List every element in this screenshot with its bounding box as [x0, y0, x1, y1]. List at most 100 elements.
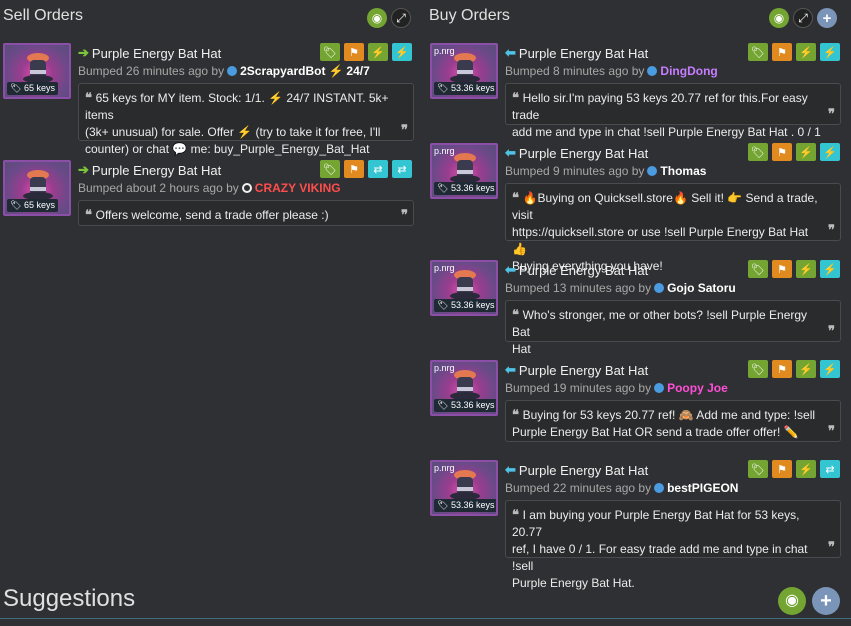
item-image[interactable]: 🏷 65 keys [3, 43, 71, 99]
trade-button[interactable]: ⚡ [796, 260, 816, 278]
listing-title[interactable]: ⬅ Purple Energy Bat Hat [505, 45, 648, 61]
listing-title[interactable]: ⬅ Purple Energy Bat Hat [505, 462, 648, 478]
item-image-label: p.nrg [434, 263, 455, 273]
hat-icon [450, 153, 480, 185]
report-button[interactable]: ⚑ [772, 460, 792, 478]
report-button[interactable]: ⚑ [772, 260, 792, 278]
listing-title[interactable]: ➔ Purple Energy Bat Hat [78, 162, 221, 178]
report-button[interactable]: ⚑ [772, 360, 792, 378]
message-line: ❝ 65 keys for MY item. Stock: 1/1. ⚡ 24/… [85, 89, 395, 124]
plus-icon[interactable]: + [812, 587, 840, 615]
item-image[interactable]: p.nrg 🏷 53.36 keys [430, 460, 498, 516]
report-button[interactable]: ⚑ [772, 143, 792, 161]
tag-button[interactable]: 🏷 [320, 43, 340, 61]
trade-button[interactable]: ⚡ [796, 43, 816, 61]
price-tag: 🏷 53.36 keys [434, 399, 496, 412]
item-image[interactable]: p.nrg 🏷 53.36 keys [430, 43, 498, 99]
listing-title[interactable]: ⬅ Purple Energy Bat Hat [505, 362, 648, 378]
item-name[interactable]: Purple Energy Bat Hat [92, 163, 221, 178]
user-name-link[interactable]: Thomas [660, 164, 706, 178]
message-text: I am buying your Purple Energy Bat Hat f… [512, 508, 800, 539]
item-name[interactable]: Purple Energy Bat Hat [519, 46, 648, 61]
tag-icon: 🏷 [10, 200, 24, 210]
listing-message: ❝ 65 keys for MY item. Stock: 1/1. ⚡ 24/… [78, 83, 414, 156]
report-button[interactable]: ⚑ [344, 160, 364, 178]
expand-icon[interactable]: ⤢ [391, 8, 411, 28]
quick-trade-button[interactable]: ⇄ [820, 460, 840, 478]
message-line: ref, I have 0 / 1. For easy trade add me… [512, 541, 822, 575]
tag-button[interactable]: 🏷 [748, 43, 768, 61]
item-image[interactable]: p.nrg 🏷 53.36 keys [430, 143, 498, 199]
price-tag-text: 53.36 keys [450, 300, 495, 310]
user-status-icon [654, 483, 665, 493]
message-text: Hat [512, 342, 531, 356]
quick-trade-button[interactable]: ⚡ [820, 260, 840, 278]
quick-trade-button[interactable]: ⚡ [392, 43, 412, 61]
price-tag: 🏷 53.36 keys [434, 82, 496, 95]
hat-icon [450, 53, 480, 85]
trade-button[interactable]: ⚡ [368, 43, 388, 61]
user-name-link[interactable]: 2ScrapyardBot [240, 64, 325, 78]
item-image[interactable]: p.nrg 🏷 53.36 keys [430, 360, 498, 416]
user-name-link[interactable]: Gojo Satoru [667, 281, 736, 295]
item-name[interactable]: Purple Energy Bat Hat [519, 263, 648, 278]
eye-icon[interactable]: ◉ [769, 8, 789, 28]
tag-button[interactable]: 🏷 [748, 143, 768, 161]
item-image[interactable]: p.nrg 🏷 53.36 keys [430, 260, 498, 316]
item-image[interactable]: 🏷 65 keys [3, 160, 71, 216]
item-name[interactable]: Purple Energy Bat Hat [92, 46, 221, 61]
bumped-text: Bumped 9 minutes ago by [505, 164, 645, 178]
quick-trade-button[interactable]: ⚡ [820, 143, 840, 161]
message-line: Hat [512, 341, 822, 358]
bumped-info: Bumped about 2 hours ago by CRAZY VIKING [78, 181, 341, 195]
tag-button[interactable]: 🏷 [748, 460, 768, 478]
price-tag: 🏷 53.36 keys [434, 299, 496, 312]
price-tag: 🏷 53.36 keys [434, 182, 496, 195]
quick-trade-button[interactable]: ⚡ [820, 360, 840, 378]
user-name-link[interactable]: Poopy Joe [667, 381, 728, 395]
trade-button[interactable]: ⚡ [796, 360, 816, 378]
message-text: ref, I have 0 / 1. For easy trade add me… [512, 542, 808, 573]
eye-icon[interactable]: ◉ [778, 587, 806, 615]
price-tag-text: 65 keys [23, 200, 55, 210]
quick-trade-button[interactable]: ⚡ [820, 43, 840, 61]
list-item: 🏷 65 keys ➔ Purple Energy Bat Hat 🏷 ⚑ ⚡ ⚡ Bumpe… [0, 43, 418, 156]
user-name-link[interactable]: CRAZY VIKING [255, 181, 341, 195]
listing-badges: 🏷 ⚑ ⚡ ⚡ [748, 43, 840, 61]
message-text: Purple Energy Bat Hat OR send a trade of… [512, 425, 799, 439]
hat-band [457, 170, 473, 174]
report-button[interactable]: ⚑ [344, 43, 364, 61]
listing-title[interactable]: ⬅ Purple Energy Bat Hat [505, 262, 648, 278]
report-button[interactable]: ⚑ [772, 43, 792, 61]
tag-button[interactable]: 🏷 [748, 260, 768, 278]
list-item: p.nrg 🏷 53.36 keys ⬅ Purple Energy Bat Hat 🏷… [427, 360, 851, 446]
price-tag-text: 53.36 keys [450, 83, 495, 93]
tag-button[interactable]: 🏷 [748, 360, 768, 378]
message-text: Who's stronger, me or other bots? !sell … [512, 308, 808, 339]
listing-title[interactable]: ➔ Purple Energy Bat Hat [78, 45, 221, 61]
listing-title[interactable]: ⬅ Purple Energy Bat Hat [505, 145, 648, 161]
listing-badges: 🏷 ⚑ ⚡ ⚡ [320, 43, 412, 61]
quote-open-icon: ❝ [512, 190, 523, 205]
item-name[interactable]: Purple Energy Bat Hat [519, 146, 648, 161]
tag-icon: 🏷 [10, 83, 24, 93]
quote-close-icon: ❞ [828, 423, 835, 438]
quick-trade-button[interactable]: ⇄ [392, 160, 412, 178]
item-name[interactable]: Purple Energy Bat Hat [519, 463, 648, 478]
user-name-link[interactable]: DingDong [660, 64, 717, 78]
trade-button[interactable]: ⚡ [796, 143, 816, 161]
tag-button[interactable]: 🏷 [320, 160, 340, 178]
listing-badges: 🏷 ⚑ ⚡ ⚡ [748, 360, 840, 378]
hat-band [30, 187, 46, 191]
trade-button[interactable]: ⚡ [796, 460, 816, 478]
suggestions-buttons: ◉ + [778, 587, 840, 615]
tag-icon: 🏷 [437, 83, 451, 93]
item-name[interactable]: Purple Energy Bat Hat [519, 363, 648, 378]
plus-icon[interactable]: + [817, 8, 837, 28]
user-name-link[interactable]: bestPIGEON [667, 481, 738, 495]
eye-icon[interactable]: ◉ [367, 8, 387, 28]
message-line: ❝ Hello sir.I'm paying 53 keys 20.77 ref… [512, 89, 822, 124]
expand-icon[interactable]: ⤢ [793, 8, 813, 28]
trade-button[interactable]: ⇄ [368, 160, 388, 178]
user-status-icon [647, 166, 658, 176]
